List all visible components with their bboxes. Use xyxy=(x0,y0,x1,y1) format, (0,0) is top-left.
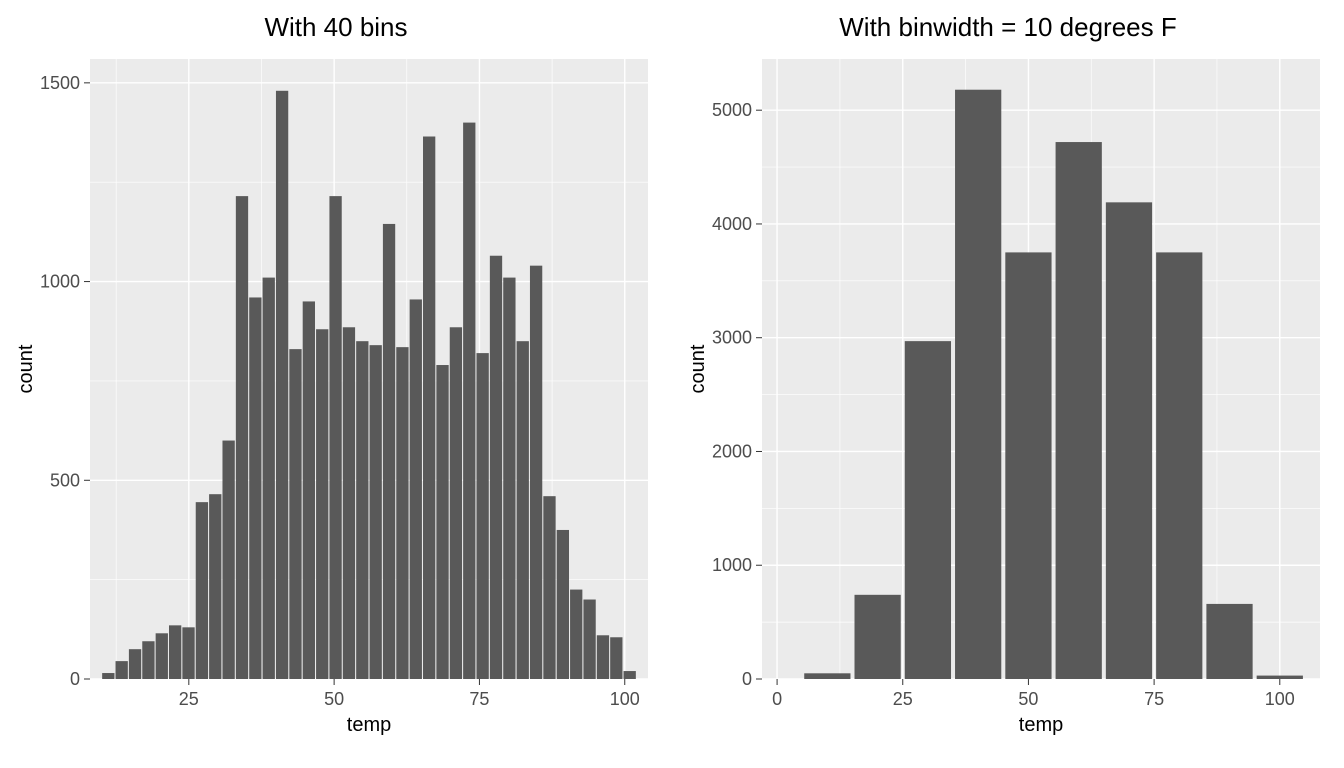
histogram-bar xyxy=(476,353,488,679)
histogram-bar xyxy=(316,329,328,679)
histogram-bar xyxy=(236,196,248,679)
histogram-bar xyxy=(854,595,900,679)
histogram-bar xyxy=(530,266,542,679)
y-tick-label: 0 xyxy=(70,669,80,689)
histogram-bar xyxy=(249,297,261,679)
x-tick-label: 100 xyxy=(610,689,640,709)
x-axis-title: temp xyxy=(1019,714,1063,736)
histogram-bar xyxy=(570,590,582,679)
histogram-bar xyxy=(329,196,341,679)
y-tick-label: 3000 xyxy=(712,328,752,348)
histogram-bar xyxy=(196,502,208,679)
histogram-bar xyxy=(436,365,448,679)
y-tick-label: 0 xyxy=(742,669,752,689)
x-axis-title: temp xyxy=(347,714,391,736)
histogram-bar xyxy=(955,90,1001,679)
x-tick-label: 25 xyxy=(179,689,199,709)
y-axis-title: count xyxy=(687,344,709,393)
y-tick-label: 4000 xyxy=(712,214,752,234)
histogram-bar xyxy=(396,347,408,679)
y-tick-label: 1000 xyxy=(40,272,80,292)
histogram-bar xyxy=(182,627,194,679)
x-tick-label: 50 xyxy=(324,689,344,709)
histogram-bar xyxy=(169,625,181,679)
figure-row: With 40 bins 255075100050010001500tempco… xyxy=(0,0,1344,768)
x-tick-label: 50 xyxy=(1018,689,1038,709)
histogram-bar xyxy=(905,341,951,679)
histogram-bar xyxy=(610,637,622,679)
histogram-binwidth-10: 0255075100010002000300040005000tempcount xyxy=(682,49,1334,749)
histogram-bar xyxy=(102,673,114,679)
histogram-bar xyxy=(450,327,462,679)
histogram-bar xyxy=(423,137,435,680)
histogram-bar xyxy=(276,91,288,679)
plot-left: 255075100050010001500tempcount xyxy=(10,49,662,760)
histogram-bar xyxy=(804,673,850,679)
y-axis-title: count xyxy=(15,344,37,393)
histogram-40-bins: 255075100050010001500tempcount xyxy=(10,49,662,749)
histogram-bar xyxy=(1056,142,1102,679)
histogram-bar xyxy=(1206,604,1252,679)
histogram-bar xyxy=(463,123,475,679)
plot-right: 0255075100010002000300040005000tempcount xyxy=(682,49,1334,760)
panel-left: With 40 bins 255075100050010001500tempco… xyxy=(0,0,672,768)
histogram-bar xyxy=(129,649,141,679)
histogram-bar xyxy=(410,299,422,679)
histogram-bar xyxy=(543,496,555,679)
histogram-bar xyxy=(1156,252,1202,679)
y-tick-label: 2000 xyxy=(712,441,752,461)
x-tick-label: 0 xyxy=(772,689,782,709)
histogram-bar xyxy=(303,301,315,679)
histogram-bar xyxy=(597,635,609,679)
histogram-bar xyxy=(583,600,595,679)
histogram-bar xyxy=(142,641,154,679)
y-tick-label: 1500 xyxy=(40,73,80,93)
histogram-bar xyxy=(557,530,569,679)
histogram-bar xyxy=(116,661,128,679)
histogram-bar xyxy=(490,256,502,679)
histogram-bar xyxy=(383,224,395,679)
histogram-bar xyxy=(222,441,234,679)
y-tick-label: 1000 xyxy=(712,555,752,575)
histogram-bar xyxy=(1257,676,1303,679)
histogram-bar xyxy=(503,278,515,679)
histogram-bar xyxy=(624,671,636,679)
x-tick-label: 100 xyxy=(1265,689,1295,709)
x-tick-label: 75 xyxy=(1144,689,1164,709)
histogram-bar xyxy=(370,345,382,679)
histogram-bar xyxy=(343,327,355,679)
histogram-bar xyxy=(209,494,221,679)
x-tick-label: 25 xyxy=(893,689,913,709)
histogram-bar xyxy=(517,341,529,679)
histogram-bar xyxy=(356,341,368,679)
plot-title-right: With binwidth = 10 degrees F xyxy=(682,12,1334,43)
y-tick-label: 500 xyxy=(50,470,80,490)
x-tick-label: 75 xyxy=(469,689,489,709)
histogram-bar xyxy=(1005,252,1051,679)
histogram-bar xyxy=(263,278,275,679)
panel-right: With binwidth = 10 degrees F 02550751000… xyxy=(672,0,1344,768)
plot-title-left: With 40 bins xyxy=(10,12,662,43)
y-tick-label: 5000 xyxy=(712,100,752,120)
histogram-bar xyxy=(289,349,301,679)
histogram-bar xyxy=(1106,202,1152,679)
histogram-bar xyxy=(156,633,168,679)
